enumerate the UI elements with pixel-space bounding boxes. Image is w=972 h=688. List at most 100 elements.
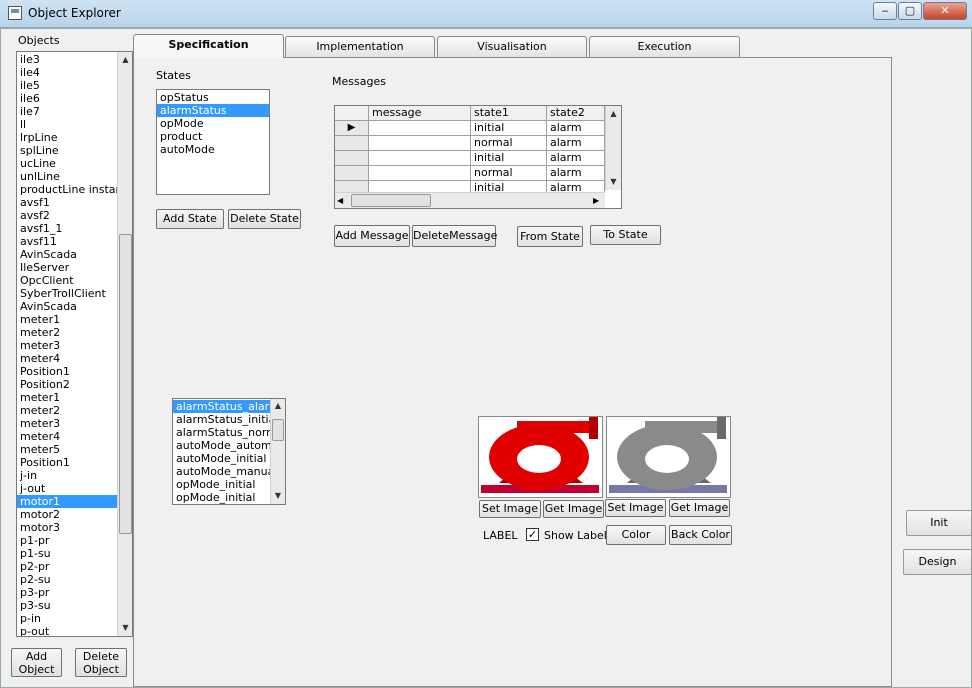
object-list-item[interactable]: avsf2: [17, 209, 117, 222]
tab-visualisation[interactable]: Visualisation: [437, 36, 587, 57]
object-list-item[interactable]: ile4: [17, 66, 117, 79]
object-list-item[interactable]: motor1: [17, 495, 117, 508]
state-list-item[interactable]: opStatus: [157, 91, 269, 104]
delete-object-button[interactable]: Delete Object: [75, 648, 127, 677]
object-list-item[interactable]: AvinScada: [17, 300, 117, 313]
object-list-item[interactable]: meter1: [17, 313, 117, 326]
state-image-left[interactable]: [478, 416, 603, 498]
grid-hscrollbar[interactable]: ◀ ▶: [335, 192, 605, 208]
scroll-thumb[interactable]: [119, 234, 132, 534]
grid-scroll-left-icon[interactable]: ◀: [337, 193, 343, 208]
object-list-item[interactable]: p1-su: [17, 547, 117, 560]
state-list-item[interactable]: alarmStatus: [157, 104, 269, 117]
column-header-state2[interactable]: state2: [547, 106, 605, 121]
object-list-item[interactable]: meter5: [17, 443, 117, 456]
delete-message-button[interactable]: DeleteMessage: [412, 225, 497, 247]
state-value-item[interactable]: alarmStatus_normal: [173, 426, 270, 439]
minimize-button[interactable]: ‒: [873, 2, 897, 20]
grid-scroll-right-icon[interactable]: ▶: [593, 193, 599, 208]
column-header-message[interactable]: message: [369, 106, 471, 121]
grid-cell-state1[interactable]: initial: [471, 121, 547, 136]
color-button[interactable]: Color: [606, 525, 666, 545]
grid-vscrollbar[interactable]: ▲ ▼: [605, 106, 621, 190]
state-list-item[interactable]: autoMode: [157, 143, 269, 156]
object-list-item[interactable]: p-out: [17, 625, 117, 636]
state-value-item[interactable]: opMode_initial: [173, 491, 270, 504]
object-list-item[interactable]: avsf1_1: [17, 222, 117, 235]
object-list-item[interactable]: p3-pr: [17, 586, 117, 599]
tab-implementation[interactable]: Implementation: [285, 36, 435, 57]
grid-cell-state1[interactable]: normal: [471, 166, 547, 181]
object-list-item[interactable]: ile6: [17, 92, 117, 105]
object-list-item[interactable]: avsf1: [17, 196, 117, 209]
get-image-left-button[interactable]: Get Image: [543, 500, 604, 518]
grid-cell-message[interactable]: [369, 121, 471, 136]
sv-scroll-down-icon[interactable]: ▼: [271, 489, 285, 503]
set-image-left-button[interactable]: Set Image: [479, 500, 541, 518]
grid-row-header[interactable]: [335, 166, 369, 181]
sv-scroll-thumb[interactable]: [272, 419, 284, 441]
grid-cell-state1[interactable]: initial: [471, 151, 547, 166]
grid-cell-state2[interactable]: alarm: [547, 151, 605, 166]
object-list-item[interactable]: productLine instance: [17, 183, 117, 196]
object-list-item[interactable]: ile5: [17, 79, 117, 92]
add-object-button[interactable]: Add Object: [11, 648, 62, 677]
get-image-right-button[interactable]: Get Image: [669, 499, 730, 517]
tab-execution[interactable]: Execution: [589, 36, 740, 57]
delete-state-button[interactable]: Delete State: [228, 209, 301, 229]
grid-cell-message[interactable]: [369, 166, 471, 181]
state-value-item[interactable]: autoMode_automat: [173, 439, 270, 452]
state-image-right[interactable]: [606, 416, 731, 498]
design-button[interactable]: Design: [903, 549, 972, 575]
tab-specification[interactable]: Specification: [133, 34, 284, 58]
object-list-item[interactable]: AvinScada: [17, 248, 117, 261]
close-button[interactable]: ✕: [923, 2, 967, 20]
object-list-item[interactable]: ile7: [17, 105, 117, 118]
state-value-item[interactable]: opMode_initial: [173, 478, 270, 491]
object-list-item[interactable]: meter3: [17, 417, 117, 430]
state-values-list[interactable]: alarmStatus_alarm alarmStatus_initial alar…: [172, 398, 286, 505]
object-list-item[interactable]: j-out: [17, 482, 117, 495]
object-list-item[interactable]: meter1: [17, 391, 117, 404]
objects-list[interactable]: ile3 ile4 ile5 ile6 ile7 ll lrpLine splLine ucLi…: [16, 51, 133, 637]
object-list-item[interactable]: meter2: [17, 326, 117, 339]
grid-cell-state2[interactable]: alarm: [547, 166, 605, 181]
object-list-item[interactable]: lrpLine: [17, 131, 117, 144]
scroll-up-icon[interactable]: ▲: [118, 52, 132, 68]
state-value-item[interactable]: alarmStatus_initial: [173, 413, 270, 426]
object-list-item[interactable]: j-in: [17, 469, 117, 482]
object-list-item[interactable]: meter4: [17, 430, 117, 443]
messages-grid[interactable]: message state1 state2 ▶ initial alarm norma…: [334, 105, 622, 209]
object-list-item[interactable]: splLine: [17, 144, 117, 157]
grid-hscroll-thumb[interactable]: [351, 194, 431, 207]
object-list-item[interactable]: Position2: [17, 378, 117, 391]
object-list-item[interactable]: unlLine: [17, 170, 117, 183]
state-list-item[interactable]: product: [157, 130, 269, 143]
sv-scroll-up-icon[interactable]: ▲: [271, 399, 285, 413]
state-value-item[interactable]: alarmStatus_alarm: [173, 400, 270, 413]
add-message-button[interactable]: Add Message: [334, 225, 410, 247]
show-label-checkbox[interactable]: ✓: [526, 528, 539, 541]
object-list-item[interactable]: ll: [17, 118, 117, 131]
grid-scroll-down-icon[interactable]: ▼: [606, 174, 621, 190]
object-list-item[interactable]: motor2: [17, 508, 117, 521]
set-image-right-button[interactable]: Set Image: [605, 499, 666, 517]
to-state-button[interactable]: To State: [590, 225, 661, 245]
grid-row-header[interactable]: [335, 136, 369, 151]
grid-scroll-up-icon[interactable]: ▲: [606, 106, 621, 122]
grid-cell-state2[interactable]: alarm: [547, 121, 605, 136]
object-list-item[interactable]: ucLine: [17, 157, 117, 170]
object-list-item[interactable]: p3-su: [17, 599, 117, 612]
state-list-item[interactable]: opMode: [157, 117, 269, 130]
grid-cell-state1[interactable]: normal: [471, 136, 547, 151]
object-list-item[interactable]: p-in: [17, 612, 117, 625]
back-color-button[interactable]: Back Color: [669, 525, 732, 545]
grid-row-header[interactable]: ▶: [335, 121, 369, 136]
object-list-item[interactable]: p2-pr: [17, 560, 117, 573]
object-list-item[interactable]: p2-su: [17, 573, 117, 586]
states-list[interactable]: opStatus alarmStatus opMode product autoMode: [156, 89, 270, 195]
scroll-down-icon[interactable]: ▼: [118, 620, 132, 636]
object-list-item[interactable]: Position1: [17, 456, 117, 469]
column-header-state1[interactable]: state1: [471, 106, 547, 121]
grid-cell-state2[interactable]: alarm: [547, 136, 605, 151]
